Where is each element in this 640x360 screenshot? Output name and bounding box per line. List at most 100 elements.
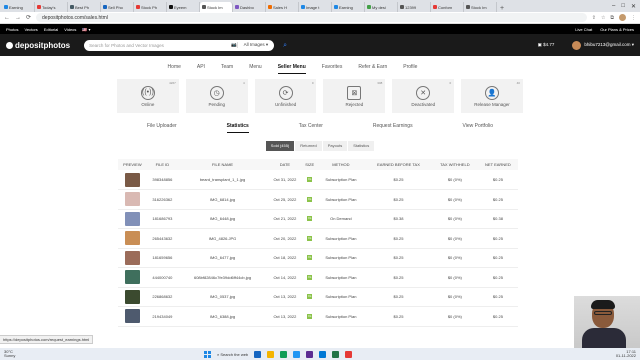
taskbar-search[interactable]: ⌕ Search the web	[217, 352, 248, 357]
chrome-icon[interactable]	[280, 350, 288, 358]
browser-tab[interactable]: Eyeem	[167, 2, 200, 12]
table-row[interactable]: 226868632 IMG_0537.jpg Oct 13, 2022 XL Subsc…	[118, 287, 518, 307]
edge-icon[interactable]	[293, 350, 301, 358]
mail-icon[interactable]	[319, 350, 327, 358]
browser-tab[interactable]: My desi	[365, 2, 398, 12]
browser-tab[interactable]: Image t	[299, 2, 332, 12]
preview-thumbnail[interactable]	[124, 211, 140, 226]
browser-tab[interactable]: Dashbo	[233, 2, 266, 12]
preview-thumbnail[interactable]	[124, 289, 140, 304]
live-chat-link[interactable]: Live Chat	[575, 27, 592, 32]
filter-button[interactable]: Returned	[295, 141, 322, 151]
tab-request-earnings[interactable]: Request Earnings	[373, 123, 413, 129]
tab-view-portfolio[interactable]: View Portfolio	[463, 123, 493, 129]
app-icon[interactable]	[345, 350, 353, 358]
url-field[interactable]: depositphotos.com/sales.html	[36, 13, 587, 22]
windows-start-icon[interactable]	[204, 350, 211, 358]
close-window-button[interactable]: ✕	[631, 3, 636, 10]
top-link-vectors[interactable]: Vectors	[24, 27, 37, 32]
tax-cell: $0 (0%)	[431, 248, 478, 268]
status-card-rejected[interactable]: 308 ⊠ Rejected	[323, 79, 386, 113]
browser-tab[interactable]: Sell Pho	[101, 2, 134, 12]
table-row[interactable]: 444000740 608bf82846c7fe39dd6ff44cb.jpg Oc…	[118, 267, 518, 288]
tab-tax-center[interactable]: Tax Center	[299, 123, 323, 129]
preview-thumbnail[interactable]	[124, 309, 140, 324]
depositphotos-logo[interactable]: depositphotos	[6, 41, 70, 50]
table-row[interactable]: 265443632 IMG_4826.JPG Oct 20, 2022 XL Subsc…	[118, 228, 518, 249]
bookmark-star-icon[interactable]: ☆	[601, 15, 605, 21]
minimize-button[interactable]: –	[612, 3, 615, 9]
browser-tab[interactable]: Stock Ph	[134, 2, 167, 12]
browser-tab[interactable]: Earning	[332, 2, 365, 12]
browser-tab[interactable]: Earning	[2, 2, 35, 12]
tax-cell: $0 (0%)	[431, 287, 478, 307]
menu-item-favorites[interactable]: Favorites	[322, 64, 343, 70]
status-card-unfinished[interactable]: 0 ⟳ Unfinished	[254, 79, 317, 113]
status-card-pending[interactable]: 4 ◷ Pending	[185, 79, 248, 113]
menu-item-api[interactable]: API	[197, 64, 205, 70]
tab-favicon-icon	[367, 5, 371, 9]
balance-display[interactable]: ▣ $4.77	[538, 42, 555, 48]
browser-menu-icon[interactable]: ⋮	[631, 15, 636, 21]
preview-thumbnail[interactable]	[124, 172, 140, 187]
preview-thumbnail[interactable]	[124, 270, 140, 285]
table-row[interactable]: 316226362 IMG_6814.jpg Oct 25, 2022 XL Subsc…	[118, 189, 518, 210]
share-icon[interactable]: ⇪	[592, 15, 596, 21]
file-explorer-icon[interactable]	[267, 350, 275, 358]
tab-title: Conforn	[438, 4, 453, 10]
menu-item-team[interactable]: Team	[221, 64, 233, 70]
maximize-button[interactable]: □	[621, 3, 625, 9]
menu-item-home[interactable]: Home	[168, 64, 181, 70]
menu-item-menu[interactable]: Menu	[249, 64, 262, 70]
store-icon[interactable]	[306, 350, 314, 358]
profile-avatar[interactable]	[619, 14, 626, 21]
menu-item-seller-menu[interactable]: Seller Menu	[277, 64, 306, 74]
weather-widget[interactable]: 30°C Sunny	[4, 349, 15, 359]
table-row[interactable]: 181686793 IMG_6448.jpg Oct 21, 2022 XL On De…	[118, 209, 518, 229]
tax-cell: $0 (0%)	[431, 306, 478, 327]
taskbar-clock[interactable]: 17:11 01-11-2022	[616, 349, 636, 359]
browser-tab[interactable]: Stock Im	[464, 2, 497, 12]
image-type-dropdown[interactable]: All Images ▾	[236, 42, 275, 48]
top-link-editorial[interactable]: Editorial	[44, 27, 58, 32]
tab-statistics[interactable]: Statistics	[226, 123, 249, 133]
browser-tab[interactable]: 12399	[398, 2, 431, 12]
filter-button[interactable]: Payouts	[322, 141, 348, 151]
excel-icon[interactable]	[332, 350, 340, 358]
filter-button[interactable]: Sold (455)	[265, 141, 295, 151]
size-cell: XL	[302, 306, 317, 327]
table-row[interactable]: 219434049 IMG_6388.jpg Oct 13, 2022 XL Subsc…	[118, 306, 518, 327]
plans-prices-link[interactable]: Our Plans & Prices	[600, 27, 634, 32]
file-name-cell: beard_transplant_1_1.jpg	[178, 170, 268, 190]
status-card-deactivated[interactable]: 0 ✕ Deactivated	[392, 79, 455, 113]
status-card-release-manager[interactable]: 40 👤 Release Manager	[461, 79, 523, 113]
browser-tab[interactable]: Conforn	[431, 2, 464, 12]
table-row[interactable]: 398348856 beard_transplant_1_1.jpg Oct 31,…	[118, 170, 518, 190]
top-link-photos[interactable]: Photos	[6, 27, 18, 32]
search-button[interactable]: ⌕	[278, 40, 292, 51]
task-view-icon[interactable]	[254, 350, 262, 358]
browser-tab[interactable]: Today's	[35, 2, 68, 12]
preview-thumbnail[interactable]	[124, 250, 140, 265]
back-arrow-icon[interactable]: ←	[4, 15, 10, 21]
browser-tab[interactable]: Best Ph	[68, 2, 101, 12]
tab-file-uploader[interactable]: File Uploader	[147, 123, 177, 129]
table-row[interactable]: 181659656 IMG_6477.jpg Oct 18, 2022 XL Subsc…	[118, 248, 518, 268]
status-card-online[interactable]: 4267 ((•)) Online	[117, 79, 179, 113]
new-tab-button[interactable]: +	[497, 5, 507, 12]
reload-icon[interactable]: ⟳	[26, 14, 31, 21]
browser-tab[interactable]: Sales H	[266, 2, 299, 12]
preview-thumbnail[interactable]	[124, 231, 140, 246]
extensions-icon[interactable]: ⧉	[610, 15, 614, 21]
top-link-videos[interactable]: Videos	[64, 27, 76, 32]
filter-button[interactable]: Statistics	[348, 141, 375, 151]
forward-arrow-icon[interactable]: →	[15, 15, 21, 21]
language-flag-dropdown[interactable]: 🇺🇸 ▾	[82, 27, 90, 32]
menu-item-profile[interactable]: Profile	[403, 64, 417, 70]
search-input[interactable]: Search for Photos and Vector Images	[89, 43, 231, 48]
user-menu[interactable]: bhibu7213@gmail.com ▾	[572, 40, 634, 50]
menu-item-refer-earn[interactable]: Refer & Earn	[358, 64, 387, 70]
method-cell: Subscription Plan	[316, 228, 366, 249]
browser-tab[interactable]: Stock Im	[200, 2, 233, 12]
preview-thumbnail[interactable]	[124, 192, 140, 207]
